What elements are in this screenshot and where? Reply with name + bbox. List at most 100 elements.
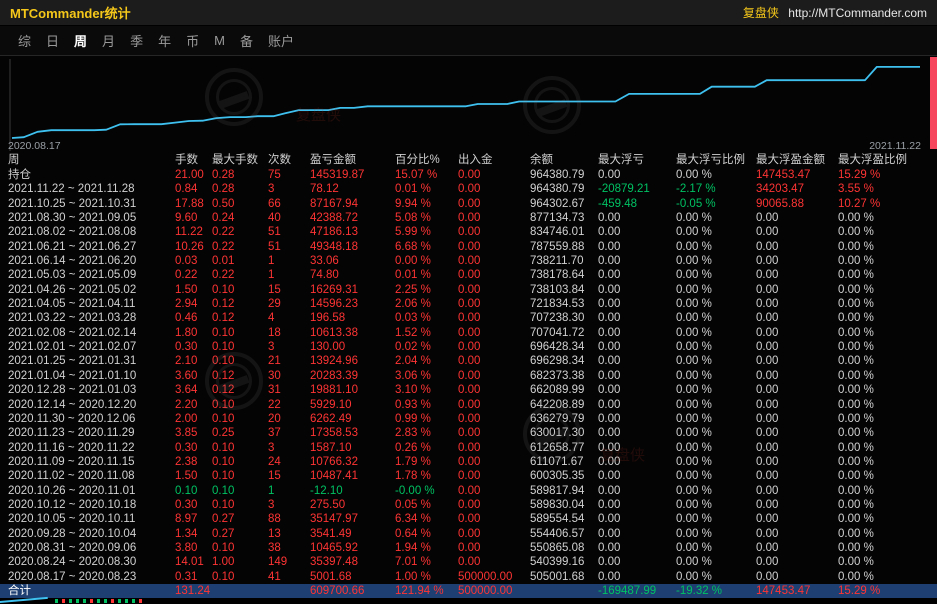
table-row[interactable]: 2020.12.28 ~ 2021.01.033.640.123119881.1… <box>0 383 937 397</box>
equity-chart: 2020.08.17 2021.11.22 <box>0 55 937 153</box>
header-period: 周 <box>8 153 175 168</box>
brand-url-link[interactable]: http://MTCommander.com <box>788 6 927 20</box>
cell-pl: 10766.32 <box>310 455 395 469</box>
cell-max-float-profit: 0.00 <box>756 398 838 412</box>
partial-chart-line <box>0 597 48 603</box>
table-row[interactable]: 2021.02.08 ~ 2021.02.141.800.101810613.3… <box>0 326 937 340</box>
cell-period: 2021.08.02 ~ 2021.08.08 <box>8 225 175 239</box>
table-row[interactable]: 2021.06.21 ~ 2021.06.2710.260.225149348.… <box>0 240 937 254</box>
table-row[interactable]: 2021.02.01 ~ 2021.02.070.300.103130.000.… <box>0 340 937 354</box>
table-row[interactable]: 2021.08.30 ~ 2021.09.059.600.244042388.7… <box>0 211 937 225</box>
table-row[interactable]: 2020.08.24 ~ 2020.08.3014.011.0014935397… <box>0 555 937 569</box>
table-row[interactable]: 2020.10.26 ~ 2020.11.010.100.101-12.10-0… <box>0 484 937 498</box>
table-row[interactable]: 2021.01.25 ~ 2021.01.312.100.102113924.9… <box>0 354 937 368</box>
cell-pl: 275.50 <box>310 498 395 512</box>
cell-pl: 35147.97 <box>310 512 395 526</box>
cell-balance: 589830.04 <box>530 498 598 512</box>
cell-balance: 540399.16 <box>530 555 598 569</box>
cell-balance: 662089.99 <box>530 383 598 397</box>
cell-count: 75 <box>268 168 310 182</box>
cell-cash: 0.00 <box>458 354 530 368</box>
cell-period: 2020.12.14 ~ 2020.12.20 <box>8 398 175 412</box>
cell-max-float-profit: 0.00 <box>756 527 838 541</box>
table-row[interactable]: 2020.12.14 ~ 2020.12.202.200.10225929.10… <box>0 398 937 412</box>
table-row[interactable]: 2020.10.12 ~ 2020.10.180.300.103275.500.… <box>0 498 937 512</box>
menu-item-备[interactable]: 备 <box>240 31 253 50</box>
table-row[interactable]: 2021.03.22 ~ 2021.03.280.460.124196.580.… <box>0 311 937 325</box>
cell-pl: 3541.49 <box>310 527 395 541</box>
table-row[interactable]: 2021.11.22 ~ 2021.11.280.840.28378.120.0… <box>0 182 937 196</box>
cell-period: 2020.09.28 ~ 2020.10.04 <box>8 527 175 541</box>
cell-pl: 16269.31 <box>310 283 395 297</box>
cell-cash: 0.00 <box>458 441 530 455</box>
table-row[interactable]: 2021.10.25 ~ 2021.10.3117.880.506687167.… <box>0 197 937 211</box>
cell-pct: 1.52 % <box>395 326 458 340</box>
table-row[interactable]: 持仓21.000.2875145319.8715.07 %0.00964380.… <box>0 168 937 182</box>
cell-pl: 78.12 <box>310 182 395 196</box>
chart-end-date-label: 2021.11.22 <box>869 140 921 152</box>
table-row[interactable]: 2020.10.05 ~ 2020.10.118.970.278835147.9… <box>0 512 937 526</box>
menu-item-年[interactable]: 年 <box>158 31 171 50</box>
cell-lots: 3.60 <box>175 369 212 383</box>
menu-item-综[interactable]: 综 <box>18 31 31 50</box>
cell-max-float-profit: 0.00 <box>756 469 838 483</box>
menu-item-季[interactable]: 季 <box>130 31 143 50</box>
cell-max-float-loss-pct: 0.00 % <box>676 340 756 354</box>
cell-pl: 42388.72 <box>310 211 395 225</box>
cell-max-float-profit: 0.00 <box>756 311 838 325</box>
cell-count: 31 <box>268 383 310 397</box>
menu-item-月[interactable]: 月 <box>102 31 115 50</box>
table-row[interactable]: 2020.11.09 ~ 2020.11.152.380.102410766.3… <box>0 455 937 469</box>
cell-max-float-loss-pct: 0.00 % <box>676 484 756 498</box>
menu-item-M[interactable]: M <box>214 33 225 48</box>
mini-bar <box>55 599 58 603</box>
header-balance: 余额 <box>530 153 598 168</box>
header-max-float-profit: 最大浮盈金额 <box>756 153 838 168</box>
table-row[interactable]: 2020.11.02 ~ 2020.11.081.500.101510487.4… <box>0 469 937 483</box>
mini-bar <box>76 599 79 603</box>
cell-max-float-profit-pct: 0.00 % <box>838 426 937 440</box>
table-row[interactable]: 2020.11.23 ~ 2020.11.293.850.253717358.5… <box>0 426 937 440</box>
cell-max-float-profit-pct: 0.00 % <box>838 555 937 569</box>
cell-count: 3 <box>268 498 310 512</box>
cell-max-float-profit: 147453.47 <box>756 584 838 598</box>
cell-pct: 6.34 % <box>395 512 458 526</box>
menu-item-日[interactable]: 日 <box>46 31 59 50</box>
cell-count: 13 <box>268 527 310 541</box>
cell-max-float-loss: 0.00 <box>598 326 676 340</box>
cell-balance: 554406.57 <box>530 527 598 541</box>
table-row[interactable]: 2021.05.03 ~ 2021.05.090.220.22174.800.0… <box>0 268 937 282</box>
table-row[interactable]: 2020.11.16 ~ 2020.11.220.300.1031587.100… <box>0 441 937 455</box>
cell-period: 2021.06.14 ~ 2021.06.20 <box>8 254 175 268</box>
table-row[interactable]: 2021.04.05 ~ 2021.04.112.940.122914596.2… <box>0 297 937 311</box>
cell-cash: 0.00 <box>458 297 530 311</box>
table-row[interactable]: 2020.08.17 ~ 2020.08.230.310.10415001.68… <box>0 570 937 584</box>
cell-max-lots: 0.10 <box>212 469 268 483</box>
cell-max-lots: 0.10 <box>212 412 268 426</box>
cell-count: 21 <box>268 354 310 368</box>
cell-max-float-profit: 0.00 <box>756 240 838 254</box>
table-row[interactable]: 2021.01.04 ~ 2021.01.103.600.123020283.3… <box>0 369 937 383</box>
menu-item-周[interactable]: 周 <box>74 31 87 50</box>
cell-pl: -12.10 <box>310 484 395 498</box>
cell-max-float-profit-pct: 0.00 % <box>838 541 937 555</box>
cell-max-lots <box>212 584 268 598</box>
cell-max-lots: 0.25 <box>212 426 268 440</box>
table-row[interactable]: 2020.08.31 ~ 2020.09.063.800.103810465.9… <box>0 541 937 555</box>
cell-pct: 2.83 % <box>395 426 458 440</box>
menu-item-账户[interactable]: 账户 <box>268 31 294 50</box>
cell-lots: 0.84 <box>175 182 212 196</box>
cell-max-float-profit-pct: 15.29 % <box>838 168 937 182</box>
table-row[interactable]: 2021.04.26 ~ 2021.05.021.500.101516269.3… <box>0 283 937 297</box>
cell-max-float-profit: 0.00 <box>756 455 838 469</box>
cell-count: 18 <box>268 326 310 340</box>
table-row[interactable]: 2021.06.14 ~ 2021.06.200.030.01133.060.0… <box>0 254 937 268</box>
menu-item-币[interactable]: 币 <box>186 31 199 50</box>
table-row[interactable]: 2020.09.28 ~ 2020.10.041.340.27133541.49… <box>0 527 937 541</box>
table-row[interactable]: 2020.11.30 ~ 2020.12.062.000.10206262.49… <box>0 412 937 426</box>
cell-max-float-loss-pct: 0.00 % <box>676 240 756 254</box>
table-row[interactable]: 2021.08.02 ~ 2021.08.0811.220.225147186.… <box>0 225 937 239</box>
cell-balance: 707041.72 <box>530 326 598 340</box>
cell-max-float-loss-pct: 0.00 % <box>676 441 756 455</box>
cell-count: 149 <box>268 555 310 569</box>
